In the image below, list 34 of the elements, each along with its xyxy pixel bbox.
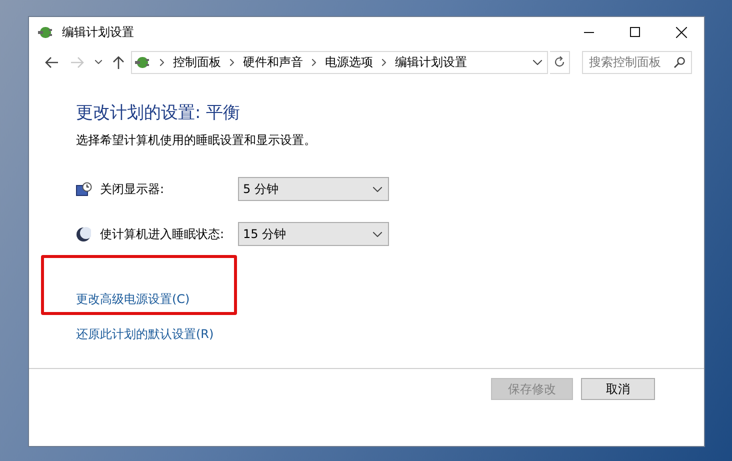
timeout-dropdown[interactable]: 15 分钟 (238, 222, 389, 246)
chevron-right-icon (160, 58, 164, 66)
chevron-down-icon (94, 60, 102, 64)
breadcrumb-item[interactable]: 控制面板 (173, 53, 221, 71)
address-bar[interactable]: 控制面板 硬件和声音 电源选项 编辑计划设置 (131, 50, 548, 74)
breadcrumb-item[interactable]: 编辑计划设置 (395, 53, 467, 71)
breadcrumb-item[interactable]: 电源选项 (325, 53, 373, 71)
close-icon (676, 26, 686, 38)
maximize-icon (630, 27, 640, 37)
chevron-down-icon (373, 186, 382, 192)
timeout-dropdown[interactable]: 5 分钟 (238, 177, 389, 201)
refresh-icon (554, 56, 565, 68)
chevron-right-icon (312, 58, 316, 66)
refresh-button[interactable] (550, 50, 570, 74)
chevron-right-icon (230, 58, 234, 66)
moon-icon (76, 226, 91, 242)
back-arrow-icon (44, 56, 58, 68)
setting-label: 关闭显示器: (100, 181, 166, 198)
chevron-right-icon (382, 58, 386, 66)
link[interactable]: 更改高级电源设置(C) (76, 290, 190, 308)
up-arrow-icon (112, 56, 124, 68)
breadcrumb-item[interactable]: 硬件和声音 (243, 53, 303, 71)
search-field[interactable]: 搜索控制面板 (582, 50, 692, 74)
chevron-down-icon (373, 232, 382, 236)
page-heading: 更改计划的设置: 平衡 (76, 102, 242, 125)
description-text: 选择希望计算机使用的睡眠设置和显示设置。 (76, 132, 317, 149)
chevron-down-icon (533, 60, 542, 64)
forward-arrow-icon (70, 56, 84, 68)
search-icon (674, 56, 685, 68)
window-title: 编辑计划设置 (62, 24, 134, 41)
dialog-button[interactable]: 取消 (581, 378, 655, 400)
link[interactable]: 还原此计划的默认设置(R) (76, 325, 214, 343)
setting-label: 使计算机进入睡眠状态: (100, 226, 226, 243)
monitor-clock-icon (76, 182, 92, 196)
